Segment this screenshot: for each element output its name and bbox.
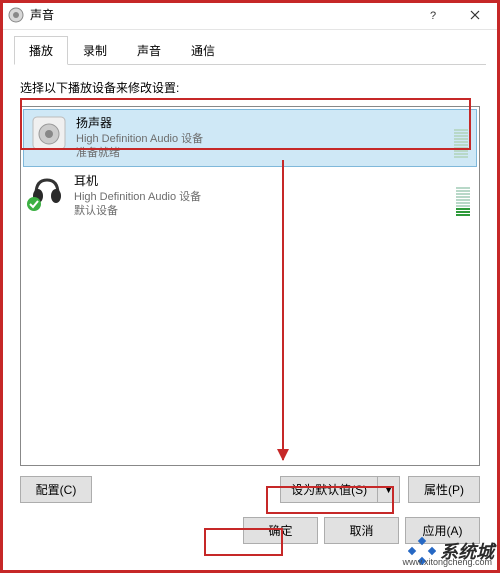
device-status: 准备就绪 — [76, 146, 448, 160]
svg-text:?: ? — [430, 10, 436, 20]
device-list[interactable]: 扬声器 High Definition Audio 设备 准备就绪 — [20, 106, 480, 466]
device-item-speaker[interactable]: 扬声器 High Definition Audio 设备 准备就绪 — [23, 109, 477, 167]
configure-button[interactable]: 配置(C) — [20, 476, 92, 503]
tab-sounds[interactable]: 声音 — [122, 36, 176, 65]
instruction-text: 选择以下播放设备来修改设置: — [20, 79, 480, 96]
set-default-button[interactable]: 设为默认值(S) ▼ — [280, 476, 400, 503]
window-title: 声音 — [30, 6, 412, 23]
close-button[interactable] — [454, 1, 496, 29]
volume-level-meter — [456, 174, 470, 218]
annotation-arrow — [282, 160, 284, 460]
device-name: 扬声器 — [76, 116, 448, 132]
device-item-headphones[interactable]: 耳机 High Definition Audio 设备 默认设备 — [22, 168, 478, 224]
volume-level-meter — [454, 116, 468, 160]
watermark: 系统城 www.xitongcheng.com — [408, 537, 494, 565]
tab-strip: 播放 录制 声音 通信 — [0, 30, 500, 65]
title-bar: 声音 ? — [0, 0, 500, 30]
device-description: High Definition Audio 设备 — [74, 190, 450, 204]
chevron-down-icon[interactable]: ▼ — [378, 481, 399, 499]
properties-button[interactable]: 属性(P) — [408, 476, 480, 503]
cancel-button[interactable]: 取消 — [324, 517, 399, 544]
app-icon — [8, 7, 24, 23]
tab-playback[interactable]: 播放 — [14, 36, 68, 65]
help-button[interactable]: ? — [412, 1, 454, 29]
device-status: 默认设备 — [74, 204, 450, 218]
watermark-url: www.xitongcheng.com — [402, 557, 492, 567]
ok-button[interactable]: 确定 — [243, 517, 318, 544]
speaker-icon — [32, 116, 66, 150]
tab-communications[interactable]: 通信 — [176, 36, 230, 65]
headphones-icon — [30, 174, 64, 208]
device-name: 耳机 — [74, 174, 450, 190]
default-check-icon — [26, 196, 42, 212]
device-description: High Definition Audio 设备 — [76, 132, 448, 146]
tab-recording[interactable]: 录制 — [68, 36, 122, 65]
